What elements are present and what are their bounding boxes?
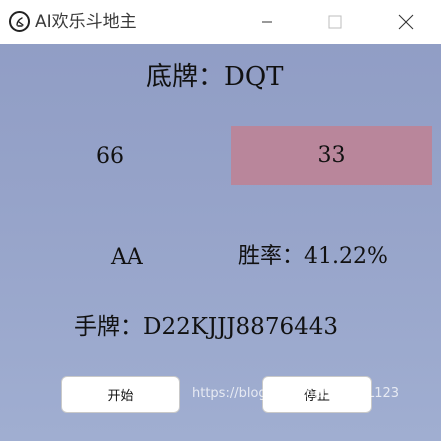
win-rate-label: 胜率：41.22% (238, 244, 388, 269)
close-icon (398, 14, 414, 30)
hand-cards-label: 手牌：D22KJJJ8876443 (74, 314, 338, 340)
app-window: AI欢乐斗地主 底牌：DQT 66 33 AA 胜率：41.22% 手牌：D22… (0, 0, 441, 441)
start-button[interactable]: 开始 (61, 376, 180, 413)
maximize-icon (328, 15, 342, 29)
right-player-score: 33 (317, 143, 346, 168)
start-button-label: 开始 (107, 389, 134, 404)
watermark-text: https://blog.csdn.net/@YunL123 (192, 386, 400, 401)
close-button[interactable] (383, 0, 429, 44)
right-player-score-card: 33 (231, 126, 432, 185)
minimize-button[interactable] (244, 0, 290, 44)
bottom-cards-label: 底牌：DQT (146, 62, 284, 92)
window-title: AI欢乐斗地主 (35, 12, 137, 32)
app-logo-icon (9, 11, 30, 32)
hand-type-label: AA (111, 245, 143, 270)
title-bar: AI欢乐斗地主 (0, 0, 441, 44)
maximize-button[interactable] (312, 0, 358, 44)
left-player-score: 66 (96, 144, 124, 169)
minimize-icon (262, 21, 272, 23)
